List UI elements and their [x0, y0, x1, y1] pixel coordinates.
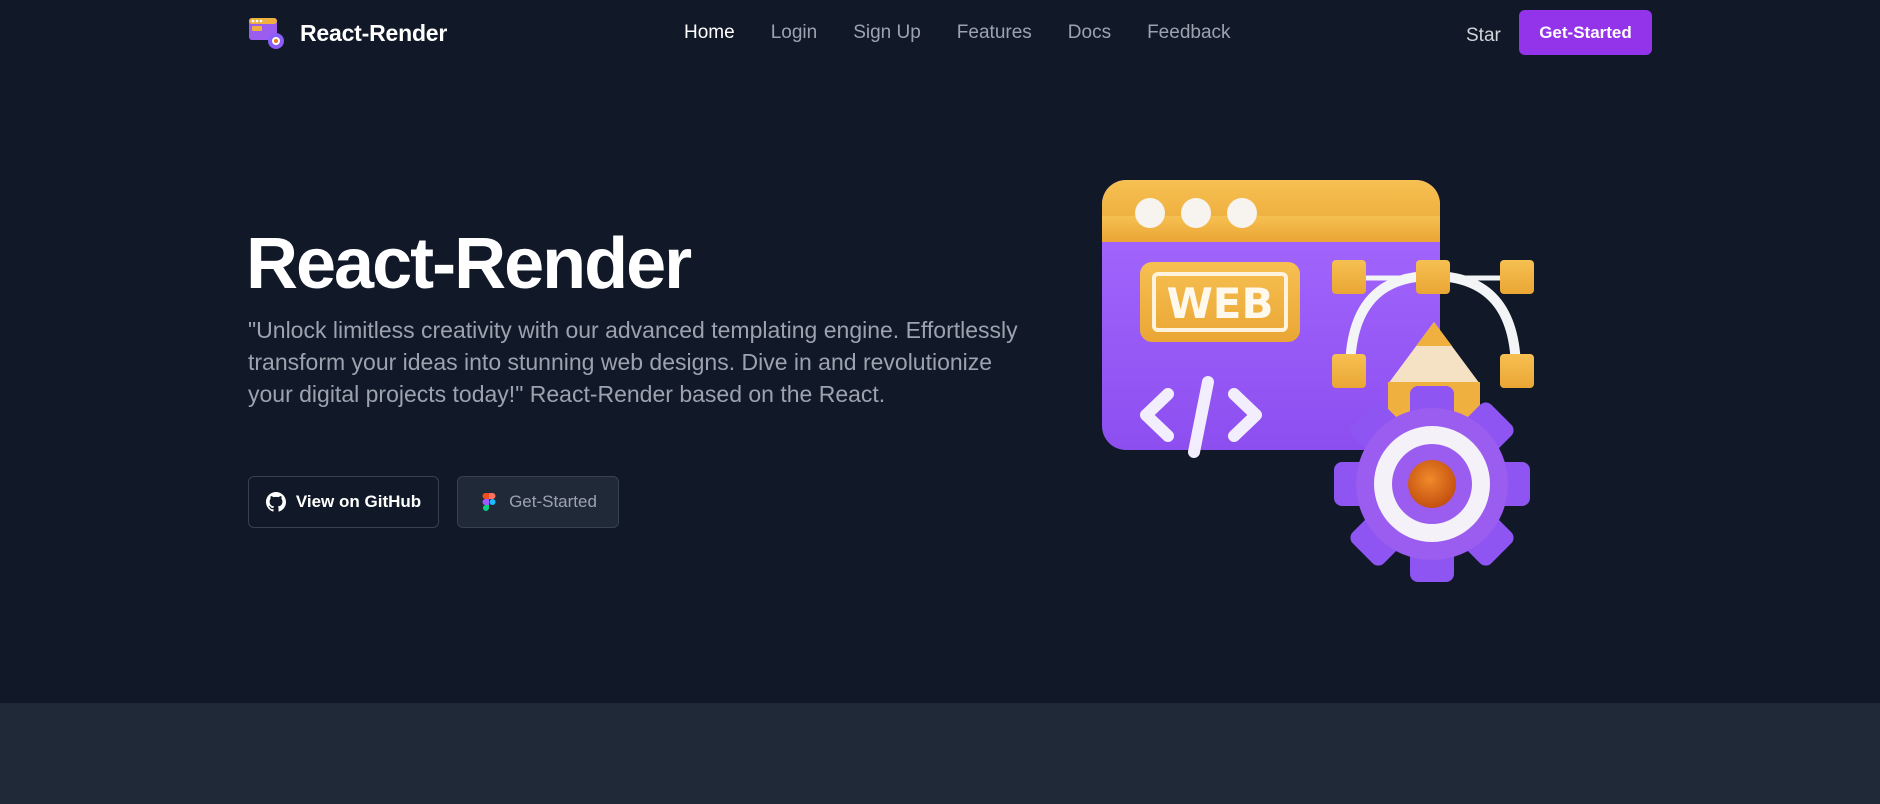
nav-item-login[interactable]: Login: [771, 22, 818, 44]
top-navbar: React-Render Home Login Sign Up Features…: [0, 0, 1880, 66]
get-started-hero-label: Get-Started: [509, 492, 597, 511]
hero-title: React-Render: [246, 224, 692, 304]
view-on-github-label: View on GitHub: [295, 492, 422, 511]
nav-item-features[interactable]: Features: [957, 22, 1032, 44]
brand-name: React-Render: [300, 19, 448, 46]
view-on-github-button[interactable]: View on GitHub: [248, 476, 439, 528]
next-section-band: [0, 703, 1880, 804]
nav-item-home[interactable]: Home: [684, 22, 735, 44]
figma-icon: [482, 493, 496, 511]
get-started-header-button[interactable]: Get-Started: [1519, 10, 1652, 55]
hero-description: "Unlock limitless creativity with our ad…: [248, 317, 1018, 407]
nav-item-docs[interactable]: Docs: [1068, 22, 1111, 44]
github-icon: [265, 492, 286, 512]
web-settings-logo-icon: [249, 18, 284, 49]
star-link[interactable]: Star: [1466, 25, 1501, 47]
web-design-gear-illustration: WEB: [1102, 180, 1534, 582]
get-started-hero-button[interactable]: Get-Started: [457, 476, 619, 528]
nav-item-feedback[interactable]: Feedback: [1147, 22, 1230, 44]
web-badge-text: WEB: [1166, 279, 1273, 328]
main-nav: Home Login Sign Up Features Docs Feedbac…: [684, 18, 1267, 48]
brand[interactable]: React-Render: [248, 14, 447, 52]
nav-item-sign-up[interactable]: Sign Up: [853, 22, 921, 44]
